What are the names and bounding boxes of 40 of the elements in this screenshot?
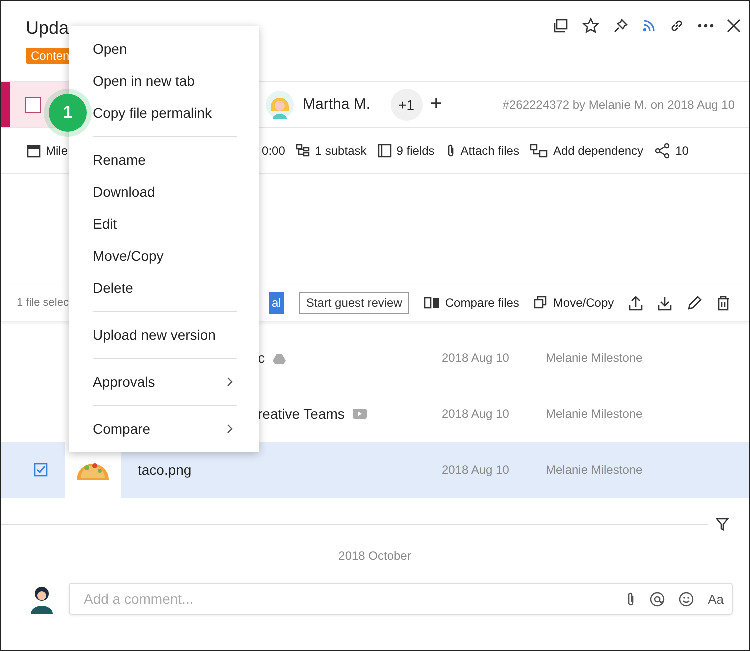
start-guest-review-button[interactable]: Start guest review: [299, 292, 410, 314]
file-name[interactable]: reative Teams: [258, 406, 345, 422]
menu-item[interactable]: Move/Copy: [93, 240, 233, 272]
menu-item[interactable]: Upload new version: [93, 319, 233, 351]
menu-item[interactable]: Compare: [93, 413, 233, 445]
toolbar-item[interactable]: 0:00: [262, 144, 286, 158]
file-date: 2018 Aug 10: [442, 407, 510, 421]
add-assignee-button[interactable]: +: [426, 93, 446, 116]
primary-button[interactable]: al: [269, 292, 284, 314]
task-meta: #262224372 by Melanie M. on 2018 Aug 10: [502, 98, 735, 112]
file-name[interactable]: taco.png: [138, 462, 192, 478]
toolbar-item[interactable]: Attach files: [460, 144, 520, 158]
task-title: Upda: [26, 18, 70, 39]
menu-item[interactable]: Open: [93, 33, 233, 65]
file-action[interactable]: Move/Copy: [553, 296, 614, 310]
more-assignees-badge[interactable]: +1: [390, 88, 423, 120]
menu-item[interactable]: Open in new tab: [93, 65, 233, 97]
menu-item[interactable]: Copy file permalink: [93, 97, 233, 129]
selection-count: 1 file selec: [17, 297, 70, 309]
file-owner: Melanie Milestone: [546, 407, 643, 421]
format-button[interactable]: Aa: [708, 592, 724, 606]
toolbar-item[interactable]: Add dependency: [553, 144, 644, 158]
file-row[interactable]: taco.png 2018 Aug 10 Melanie Milestone: [1, 442, 749, 498]
menu-item[interactable]: Approvals: [93, 366, 233, 398]
toolbar-item[interactable]: 1 subtask: [315, 144, 367, 158]
menu-item[interactable]: Delete: [93, 272, 233, 304]
file-action[interactable]: Compare files: [445, 296, 520, 310]
toolbar-item[interactable]: 9 fields: [396, 144, 435, 158]
toolbar-item[interactable]: Mile: [46, 144, 68, 158]
toolbar-item[interactable]: 10: [676, 144, 689, 158]
assignee-name[interactable]: Martha M.: [303, 96, 371, 113]
menu-item[interactable]: Edit: [93, 208, 233, 240]
date-heading: 2018 October: [338, 549, 412, 563]
file-owner: Melanie Milestone: [546, 463, 643, 477]
file-date: 2018 Aug 10: [442, 351, 510, 365]
file-date: 2018 Aug 10: [442, 463, 510, 477]
menu-item[interactable]: Download: [93, 176, 233, 208]
comment-field[interactable]: Add a comment... Aa: [69, 583, 733, 615]
file-owner: Melanie Milestone: [546, 351, 643, 365]
menu-item[interactable]: Rename: [93, 144, 233, 176]
